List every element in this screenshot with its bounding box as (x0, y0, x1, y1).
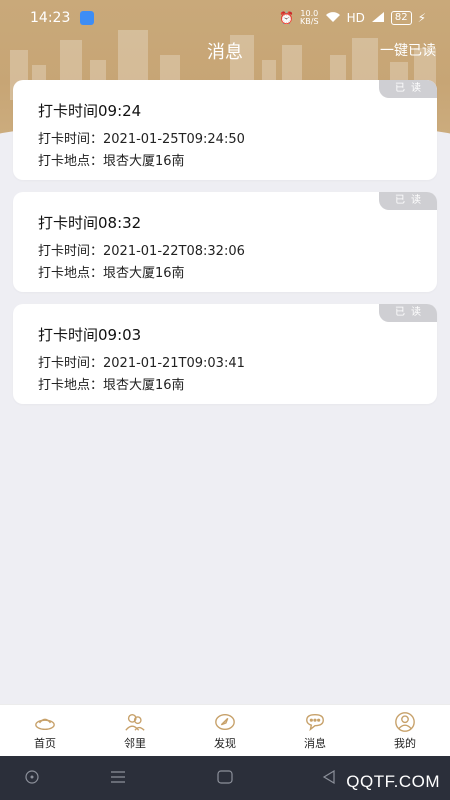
status-time: 14:23 (30, 10, 71, 26)
message-title: 打卡时间09:03 (38, 326, 142, 344)
watermark: QQTF.COM (346, 772, 440, 791)
charging-icon: ⚡ (417, 11, 426, 25)
tab-label-neighbors: 邻里 (124, 737, 146, 750)
bottom-tab-bar: 首页 邻里 发现 消息 我的 (0, 704, 450, 756)
status-bar: 14:23 ⏰ 10.0 KB/S HD 82 ⚡ (0, 0, 450, 36)
status-indicators: ⏰ 10.0 KB/S HD 82 ⚡ (279, 10, 426, 26)
message-check-in-time: 打卡时间：2021-01-22T08:32:06 (38, 244, 245, 259)
profile-icon (395, 712, 415, 732)
tab-profile[interactable]: 我的 (360, 705, 450, 756)
tab-discover[interactable]: 发现 (180, 705, 270, 756)
home-ingot-icon (35, 718, 55, 731)
signal-icon (371, 11, 385, 26)
message-check-in-place: 打卡地点：垠杏大厦16南 (38, 378, 185, 393)
message-title: 打卡时间09:24 (38, 102, 142, 120)
message-list: 已读 打卡时间09:24 打卡时间：2021-01-25T09:24:50 打卡… (13, 80, 437, 416)
nav-assistant-icon[interactable] (25, 770, 39, 784)
nav-menu-icon[interactable] (110, 770, 126, 784)
tab-label-discover: 发现 (214, 737, 236, 750)
message-bubble-icon (306, 713, 324, 732)
discover-compass-icon (215, 713, 235, 731)
read-badge: 已读 (379, 192, 437, 210)
nav-back-icon[interactable] (322, 770, 336, 784)
tab-label-profile: 我的 (394, 737, 416, 750)
tab-neighbors[interactable]: 邻里 (90, 705, 180, 756)
read-badge: 已读 (379, 80, 437, 98)
wifi-icon (325, 11, 341, 26)
read-badge: 已读 (379, 304, 437, 322)
network-speed-unit: KB/S (300, 17, 319, 26)
tab-label-home: 首页 (34, 737, 56, 750)
message-check-in-place: 打卡地点：垠杏大厦16南 (38, 266, 185, 281)
alarm-icon: ⏰ (279, 11, 295, 25)
tab-messages[interactable]: 消息 (270, 705, 360, 756)
nav-home-icon[interactable] (217, 770, 233, 784)
message-card[interactable]: 已读 打卡时间09:24 打卡时间：2021-01-25T09:24:50 打卡… (13, 80, 437, 180)
message-card[interactable]: 已读 打卡时间08:32 打卡时间：2021-01-22T08:32:06 打卡… (13, 192, 437, 292)
hd-indicator: HD (346, 11, 365, 25)
message-card[interactable]: 已读 打卡时间09:03 打卡时间：2021-01-21T09:03:41 打卡… (13, 304, 437, 404)
message-check-in-time: 打卡时间：2021-01-25T09:24:50 (38, 132, 245, 147)
tab-label-messages: 消息 (304, 737, 326, 750)
message-title: 打卡时间08:32 (38, 214, 142, 232)
message-check-in-place: 打卡地点：垠杏大厦16南 (38, 154, 185, 169)
battery-level: 82 (390, 11, 412, 25)
tab-home[interactable]: 首页 (0, 705, 90, 756)
app-notification-icon (80, 11, 94, 25)
neighbors-icon (125, 713, 145, 731)
mark-all-read-button[interactable]: 一键已读 (380, 40, 436, 60)
message-check-in-time: 打卡时间：2021-01-21T09:03:41 (38, 356, 245, 371)
network-speed: 10.0 KB/S (300, 10, 319, 26)
